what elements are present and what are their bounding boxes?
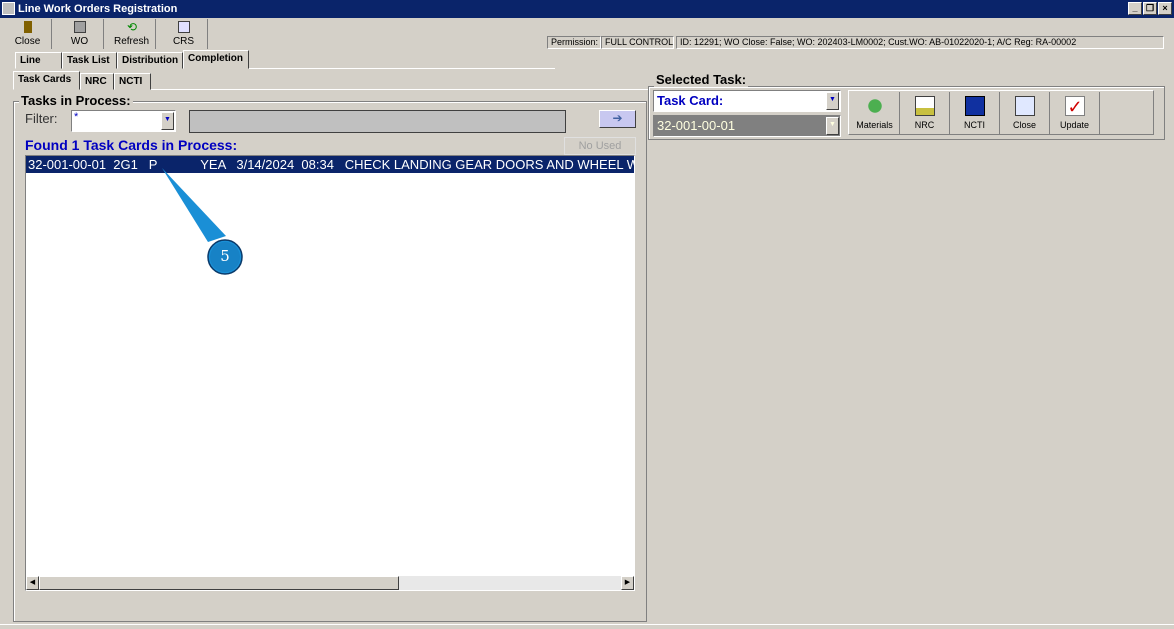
horizontal-scrollbar[interactable]: ◀ ▶ [26,576,634,590]
minimize-button[interactable]: _ [1128,2,1142,15]
no-used-button: No Used [564,137,636,155]
selected-task-title: Selected Task: [654,72,749,87]
tab-distribution[interactable]: Distribution [117,52,183,69]
printer-icon [74,21,86,33]
toolbar-refresh-button[interactable]: ⟲ Refresh [108,19,156,49]
callout-number: 5 [220,247,230,265]
arrow-right-icon: ➔ [612,111,623,125]
task-type-combo[interactable]: Task Card: ▼ [653,90,841,112]
tab-completion[interactable]: Completion [183,50,249,69]
ncti-button[interactable]: NCTI [950,92,1000,134]
close-task-button[interactable]: Close [1000,92,1050,134]
label: CRS [172,36,195,47]
globe-hand-icon [865,96,885,116]
main-tabs: Line WO Task List Distribution Completio… [15,50,555,81]
task-number-value: 32-001-00-01 [657,118,736,133]
label: Update [1059,120,1090,130]
label: NRC [914,120,935,130]
label: Materials [856,120,893,130]
close-window-button[interactable]: × [1158,2,1172,15]
materials-button[interactable]: Materials [850,92,900,134]
label: Close [14,36,41,47]
tab-nrc[interactable]: NRC [80,73,114,90]
refresh-arrow-icon: ⟲ [126,20,138,34]
work-order-info: ID: 12291; WO Close: False; WO: 202403-L… [676,36,1164,49]
toolbar-crs-button[interactable]: CRS [160,19,208,49]
door-exit-icon [24,21,32,33]
chevron-down-icon[interactable]: ▼ [826,92,839,110]
task-type-value: Task Card: [657,93,724,108]
app-icon [2,2,15,15]
task-number-combo[interactable]: 32-001-00-01 ▼ [653,115,841,137]
apply-filter-button[interactable]: ➔ [599,110,636,128]
tab-task-cards[interactable]: Task Cards [13,71,80,90]
nrc-button[interactable]: NRC [900,92,950,134]
chevron-down-icon[interactable]: ▼ [161,112,174,130]
tab-line-wo[interactable]: Line WO [15,52,62,81]
found-label: Found 1 Task Cards in Process: [25,137,238,153]
restore-button[interactable]: ❐ [1143,2,1157,15]
update-button[interactable]: ✓ Update [1050,92,1100,134]
filter-combo[interactable]: * ▼ [71,110,176,132]
tasks-title: Tasks in Process: [19,93,133,108]
table-arrow-icon [965,96,985,116]
permission-label: Permission: [547,36,601,49]
label: NCTI [964,120,985,130]
label: Close [1012,120,1036,130]
filter-text-field[interactable] [189,110,566,133]
sub-tabs: Task Cards NRC NCTI [13,71,648,90]
toolbar-close-button[interactable]: Close [4,19,52,49]
label: WO [70,36,89,47]
label: Refresh [113,36,149,47]
filter-value: * [74,111,79,123]
scroll-thumb[interactable] [39,576,399,590]
list-item[interactable]: 32-001-00-01 2G1 P YEA 3/14/2024 08:34 C… [26,156,634,173]
scroll-right-icon[interactable]: ▶ [621,576,634,590]
toolbar-wo-button[interactable]: WO [56,19,104,49]
permission-value: FULL CONTROL [601,36,674,49]
filter-label: Filter: [25,111,58,126]
scroll-left-icon[interactable]: ◀ [26,576,39,590]
document-close-icon [1015,96,1035,116]
chevron-down-icon[interactable]: ▼ [826,117,839,135]
tab-ncti[interactable]: NCTI [114,73,151,90]
title-bar: Line Work Orders Registration [0,0,1174,18]
status-bar [0,624,1174,629]
tab-task-list[interactable]: Task List [62,52,117,69]
clipboard-check-icon: ✓ [1065,96,1085,117]
task-list[interactable]: 32-001-00-01 2G1 P YEA 3/14/2024 08:34 C… [25,155,635,591]
certificate-icon [178,21,190,33]
folder-document-icon [915,96,935,116]
window-title: Line Work Orders Registration [18,3,178,15]
